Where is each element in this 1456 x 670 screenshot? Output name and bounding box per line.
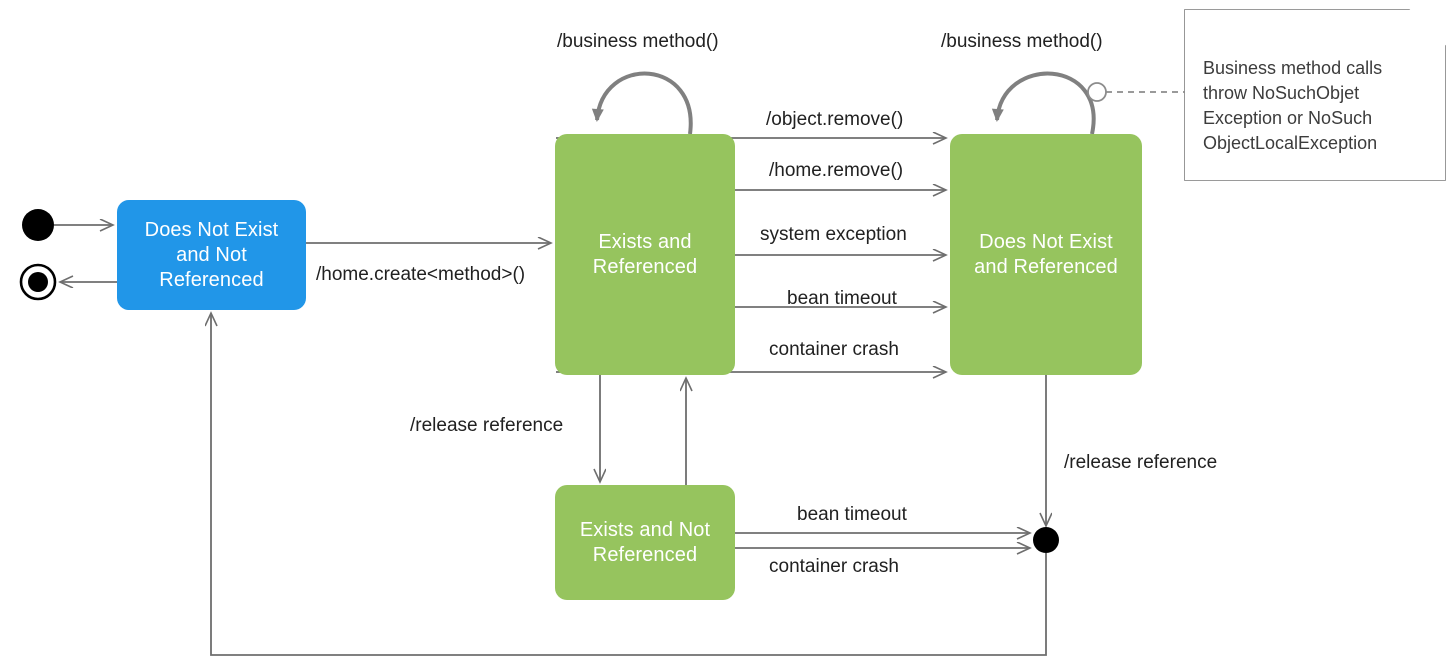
initial-state-node (22, 209, 54, 241)
label-container-crash-bottom: container crash (769, 556, 899, 577)
edge-self-loop-exists-referenced (591, 71, 693, 135)
edge-self-loop-does-not-exist-referenced (991, 71, 1096, 135)
state-label: Exists and Referenced (592, 230, 698, 278)
state-label: Exists and Not Referenced (579, 518, 711, 566)
label-self-loop-business-method-left: /business method() (557, 31, 719, 52)
junction-node (1033, 527, 1059, 553)
label-home-create-method: /home.create<method>() (316, 264, 526, 285)
final-state-inner-dot (28, 272, 48, 292)
label-system-exception: system exception (760, 224, 907, 245)
label-bean-timeout-top: bean timeout (787, 288, 897, 309)
state-does-not-exist-and-referenced[interactable]: Does Not Exist and Referenced (950, 134, 1142, 375)
label-release-reference-left: /release reference (410, 415, 564, 436)
state-diagram-canvas: Does Not Exist and Not Referenced Exists… (0, 0, 1456, 670)
note-anchor-circle-icon (1087, 82, 1107, 102)
label-self-loop-business-method-right: /business method() (941, 31, 1103, 52)
note-text: Business method calls throw NoSuchObjet … (1203, 58, 1383, 153)
note-box: Business method calls throw NoSuchObjet … (1185, 10, 1445, 180)
label-object-remove: /object.remove() (766, 109, 904, 130)
state-exists-and-not-referenced[interactable]: Exists and Not Referenced (555, 485, 735, 600)
label-home-remove: /home.remove() (769, 160, 904, 181)
state-exists-and-referenced[interactable]: Exists and Referenced (555, 134, 735, 375)
label-release-reference-right: /release reference (1064, 452, 1218, 473)
state-does-not-exist-and-not-referenced[interactable]: Does Not Exist and Not Referenced (117, 200, 306, 310)
state-label: Does Not Exist and Not Referenced (144, 218, 279, 291)
label-container-crash-top: container crash (769, 339, 899, 360)
state-label: Does Not Exist and Referenced (974, 230, 1118, 278)
label-bean-timeout-bottom: bean timeout (797, 504, 907, 525)
